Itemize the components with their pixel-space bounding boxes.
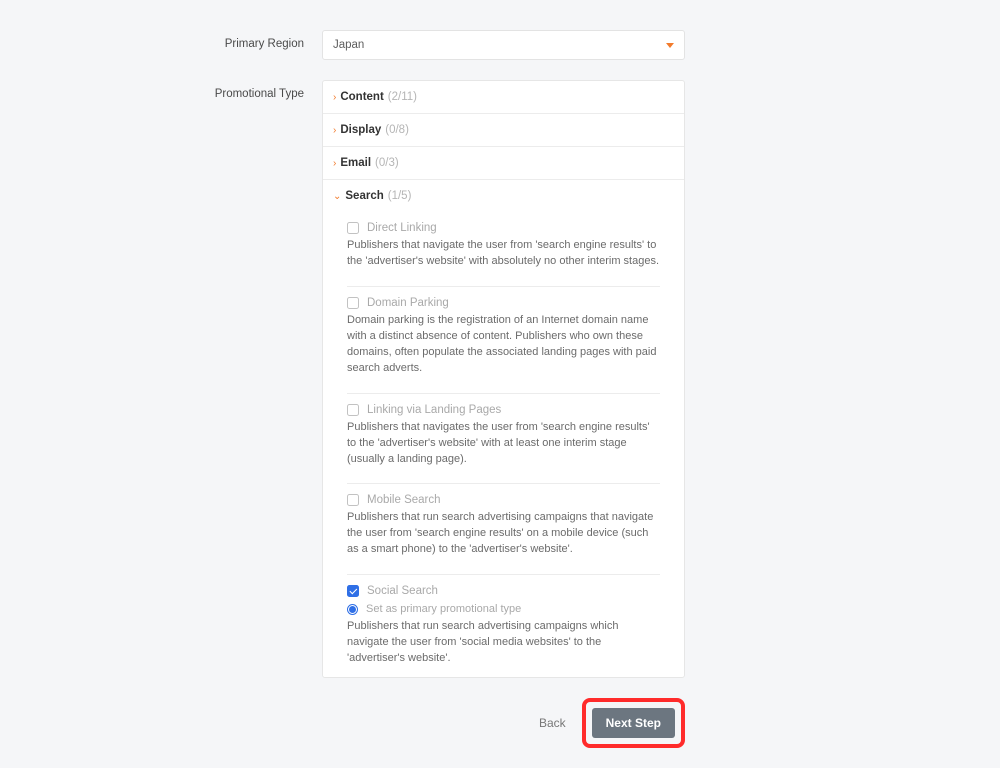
category-display-label: Display (340, 124, 381, 136)
category-content[interactable]: › Content (2/11) (323, 81, 684, 114)
caret-right-icon: › (333, 125, 336, 136)
desc-linking-landing: Publishers that navigates the user from … (347, 420, 660, 468)
item-domain-parking: Domain Parking Domain parking is the reg… (323, 287, 684, 381)
caret-right-icon: › (333, 158, 336, 169)
label-promotional-type: Promotional Type (40, 80, 322, 100)
checkbox-social-search[interactable] (347, 585, 359, 597)
title-social-search: Social Search (367, 585, 438, 597)
category-email-label: Email (340, 157, 371, 169)
next-step-button[interactable]: Next Step (592, 708, 675, 738)
back-button[interactable]: Back (539, 716, 566, 730)
label-set-primary: Set as primary promotional type (366, 603, 521, 615)
form-area: Primary Region Japan Promotional Type › … (0, 0, 1000, 768)
caret-right-icon: › (333, 92, 336, 103)
checkbox-linking-landing[interactable] (347, 404, 359, 416)
category-search-label: Search (345, 190, 383, 202)
caret-down-icon: ⌄ (333, 191, 341, 202)
desc-mobile-search: Publishers that run search advertising c… (347, 510, 660, 558)
item-social-search: Social Search Set as primary promotional… (323, 575, 684, 671)
category-email-count: (0/3) (375, 157, 399, 169)
checkbox-domain-parking[interactable] (347, 297, 359, 309)
row-promotional-type: Promotional Type › Content (2/11) › Disp… (40, 80, 960, 678)
title-domain-parking: Domain Parking (367, 297, 449, 309)
category-content-count: (2/11) (388, 91, 417, 103)
search-subitems: Direct Linking Publishers that navigate … (323, 212, 684, 677)
category-search[interactable]: ⌄ Search (1/5) (323, 180, 684, 212)
primary-region-select[interactable]: Japan (322, 30, 685, 60)
category-email[interactable]: › Email (0/3) (323, 147, 684, 180)
chevron-down-icon (666, 43, 674, 48)
row-primary-region: Primary Region Japan (40, 30, 960, 60)
item-linking-landing: Linking via Landing Pages Publishers tha… (323, 394, 684, 472)
primary-region-value: Japan (333, 39, 364, 51)
next-step-highlight: Next Step (582, 698, 685, 748)
label-primary-region: Primary Region (40, 30, 322, 50)
footer-buttons: Back Next Step (322, 698, 685, 748)
desc-domain-parking: Domain parking is the registration of an… (347, 313, 660, 377)
checkbox-mobile-search[interactable] (347, 494, 359, 506)
desc-direct-linking: Publishers that navigate the user from '… (347, 238, 660, 270)
title-direct-linking: Direct Linking (367, 222, 437, 234)
title-mobile-search: Mobile Search (367, 494, 441, 506)
category-display[interactable]: › Display (0/8) (323, 114, 684, 147)
category-display-count: (0/8) (385, 124, 409, 136)
category-search-count: (1/5) (388, 190, 412, 202)
promotional-type-panel: › Content (2/11) › Display (0/8) › Email… (322, 80, 685, 678)
item-direct-linking: Direct Linking Publishers that navigate … (323, 212, 684, 274)
title-linking-landing: Linking via Landing Pages (367, 404, 501, 416)
item-mobile-search: Mobile Search Publishers that run search… (323, 484, 684, 562)
radio-set-primary[interactable] (347, 604, 358, 615)
desc-social-search: Publishers that run search advertising c… (347, 619, 660, 667)
checkbox-direct-linking[interactable] (347, 222, 359, 234)
category-content-label: Content (340, 91, 383, 103)
